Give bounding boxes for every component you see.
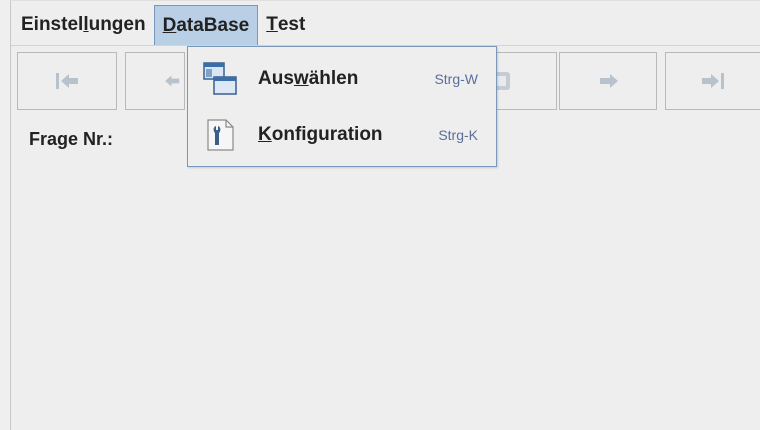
previous-record-button[interactable] (125, 52, 185, 110)
database-dropdown-menu: Auswählen Strg-W Konfiguration Strg-K (187, 46, 497, 167)
last-record-icon (702, 73, 724, 89)
menu-item-auswaehlen[interactable]: Auswählen Strg-W (188, 53, 496, 105)
accelerator-text: Strg-K (438, 127, 478, 143)
menu-mnemonic: T (266, 14, 278, 35)
next-record-icon (600, 74, 618, 88)
menu-label-part: Einstel (21, 14, 84, 35)
first-record-icon (56, 73, 78, 89)
menu-bar: Einstel l ungen DataBase Test (11, 5, 760, 46)
menu-einstellungen[interactable]: Einstel l ungen (11, 5, 154, 45)
last-record-button[interactable] (665, 52, 760, 110)
app-window: Einstel l ungen DataBase Test Frage Nr.:… (10, 0, 760, 430)
menu-label-part: ungen (88, 14, 146, 35)
wrench-document-icon (207, 119, 234, 151)
menu-database[interactable]: DataBase (153, 5, 259, 45)
accelerator-text: Strg-W (434, 71, 478, 87)
menu-test[interactable]: Test (258, 5, 313, 45)
menu-label-part: est (277, 14, 306, 35)
menu-label-part: ataBase (176, 14, 250, 36)
next-record-button[interactable] (559, 52, 657, 110)
menu-item-label: Auswählen (258, 68, 359, 89)
menu-mnemonic: D (162, 14, 177, 36)
menu-item-label: Konfiguration (258, 124, 383, 145)
database-windows-icon (203, 62, 237, 95)
menu-item-konfiguration[interactable]: Konfiguration Strg-K (188, 109, 496, 161)
question-number-label: Frage Nr.: (29, 129, 114, 149)
previous-record-icon (165, 75, 180, 87)
first-record-button[interactable] (17, 52, 117, 110)
